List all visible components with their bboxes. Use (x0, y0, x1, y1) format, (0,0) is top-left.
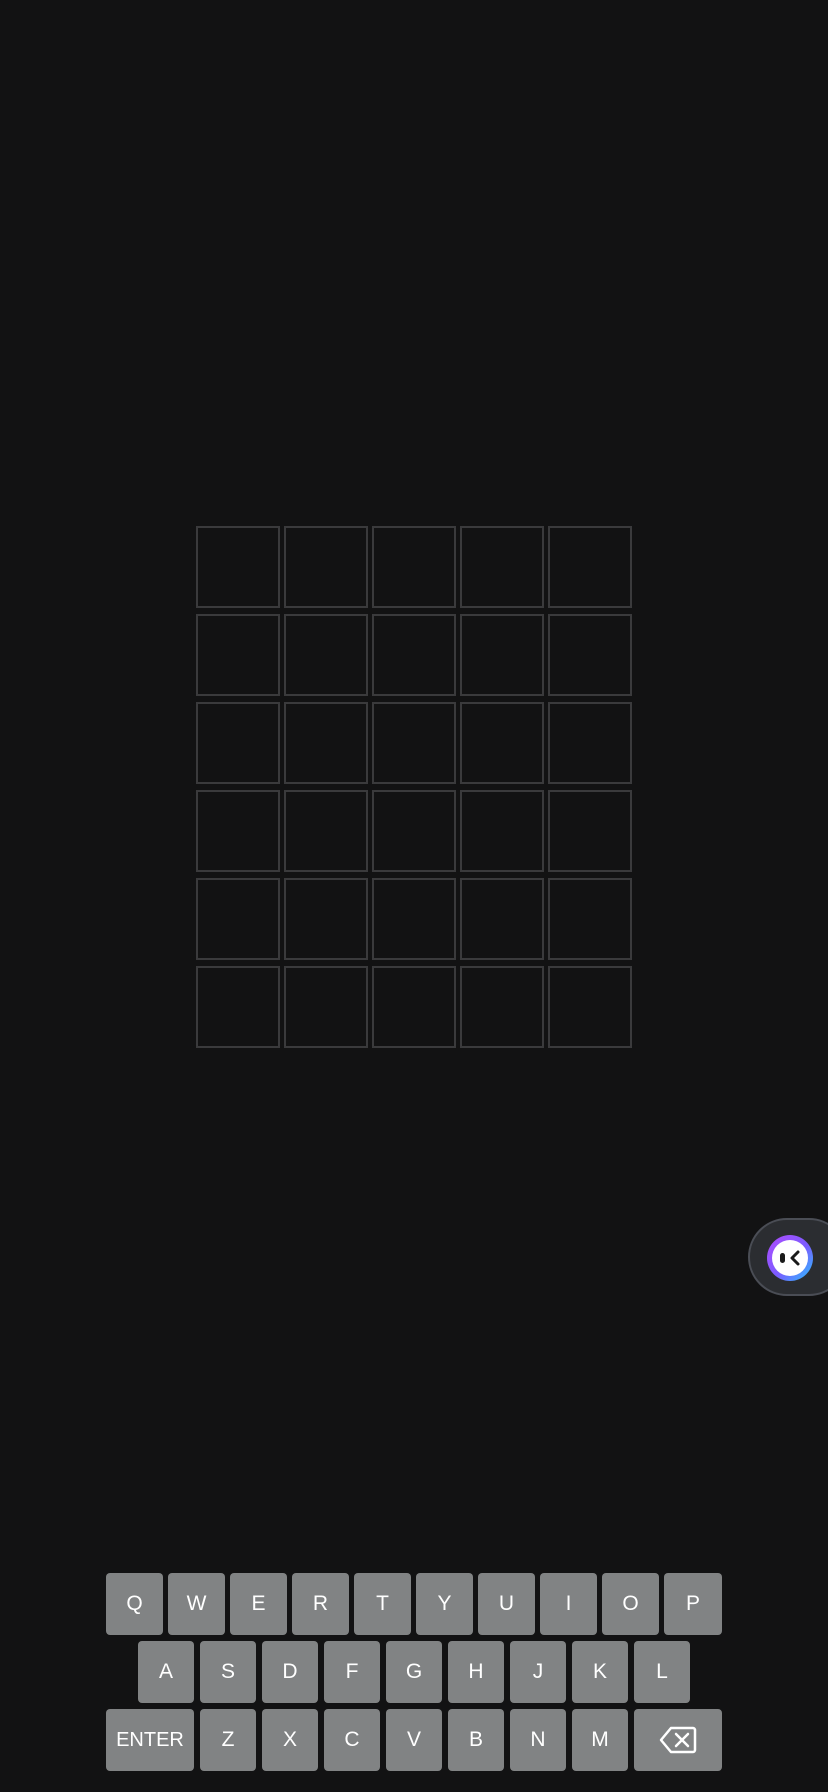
keyboard-row-2: A S D F G H J K L (0, 1641, 828, 1703)
board-tile (196, 878, 280, 960)
board-tile (284, 966, 368, 1048)
key-k[interactable]: K (572, 1641, 628, 1703)
key-d[interactable]: D (262, 1641, 318, 1703)
keyboard-row-3: ENTER Z X C V B N M (0, 1709, 828, 1771)
board-tile (196, 790, 280, 872)
key-h[interactable]: H (448, 1641, 504, 1703)
key-x[interactable]: X (262, 1709, 318, 1771)
board-tile (548, 966, 632, 1048)
board-tile (284, 526, 368, 608)
key-l[interactable]: L (634, 1641, 690, 1703)
board-tile (460, 878, 544, 960)
key-t[interactable]: T (354, 1573, 411, 1635)
key-z[interactable]: Z (200, 1709, 256, 1771)
board-tile (284, 702, 368, 784)
board-tile (372, 702, 456, 784)
game-page: Q W E R T Y U I O P A S D F G H J K L EN… (0, 0, 828, 1792)
key-p[interactable]: P (664, 1573, 722, 1635)
key-v[interactable]: V (386, 1709, 442, 1771)
key-u[interactable]: U (478, 1573, 535, 1635)
board-tile (460, 614, 544, 696)
key-a[interactable]: A (138, 1641, 194, 1703)
board-tile (372, 614, 456, 696)
keyboard: Q W E R T Y U I O P A S D F G H J K L EN… (0, 1573, 828, 1777)
key-y[interactable]: Y (416, 1573, 473, 1635)
key-i[interactable]: I (540, 1573, 597, 1635)
game-board (196, 526, 632, 1048)
board-tile (460, 526, 544, 608)
board-tile (460, 702, 544, 784)
board-tile (196, 702, 280, 784)
board-tile (284, 790, 368, 872)
key-e[interactable]: E (230, 1573, 287, 1635)
key-s[interactable]: S (200, 1641, 256, 1703)
board-tile (548, 614, 632, 696)
key-r[interactable]: R (292, 1573, 349, 1635)
board-tile (372, 878, 456, 960)
board-tile (548, 526, 632, 608)
board-tile (372, 790, 456, 872)
keyboard-row-1: Q W E R T Y U I O P (0, 1573, 828, 1635)
board-tile (284, 614, 368, 696)
board-tile (372, 526, 456, 608)
key-m[interactable]: M (572, 1709, 628, 1771)
key-g[interactable]: G (386, 1641, 442, 1703)
key-b[interactable]: B (448, 1709, 504, 1771)
board-tile (460, 790, 544, 872)
board-tile (372, 966, 456, 1048)
key-n[interactable]: N (510, 1709, 566, 1771)
key-o[interactable]: O (602, 1573, 659, 1635)
backspace-key[interactable] (634, 1709, 722, 1771)
board-tile (548, 702, 632, 784)
board-tile (548, 878, 632, 960)
backspace-icon (659, 1726, 697, 1754)
key-f[interactable]: F (324, 1641, 380, 1703)
board-tile (284, 878, 368, 960)
key-j[interactable]: J (510, 1641, 566, 1703)
board-tile (196, 966, 280, 1048)
key-c[interactable]: C (324, 1709, 380, 1771)
assistant-face-icon (767, 1235, 813, 1281)
board-tile (460, 966, 544, 1048)
key-w[interactable]: W (168, 1573, 225, 1635)
key-q[interactable]: Q (106, 1573, 163, 1635)
board-tile (548, 790, 632, 872)
enter-key[interactable]: ENTER (106, 1709, 194, 1771)
assistant-button[interactable] (748, 1218, 828, 1296)
board-tile (196, 614, 280, 696)
board-tile (196, 526, 280, 608)
